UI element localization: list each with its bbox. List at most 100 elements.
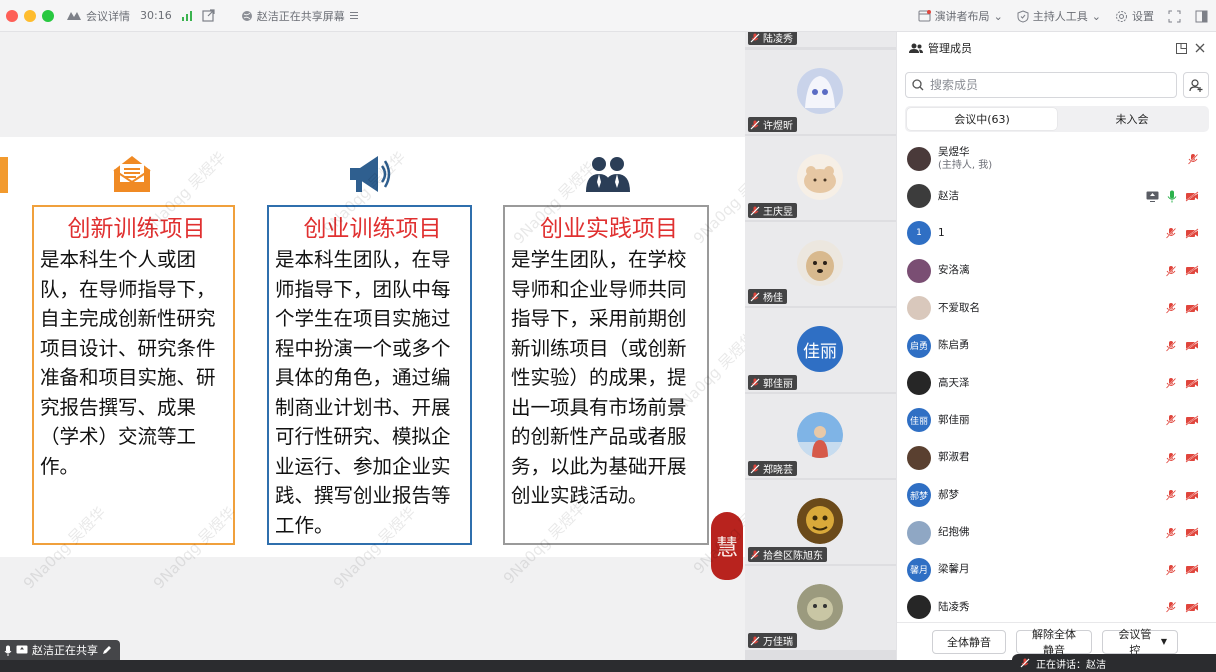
meeting-control-button[interactable]: 会议管控 ▼	[1102, 628, 1178, 657]
presenter-layout-label: 演讲者布局	[934, 10, 990, 23]
speaking-indicator: 正在讲话：赵洁	[1012, 654, 1216, 672]
mic-off-icon[interactable]	[1165, 340, 1177, 352]
video-tile[interactable]: 陆凌秀	[745, 32, 896, 47]
video-tile[interactable]: 许煜昕	[745, 50, 896, 134]
video-off-icon[interactable]	[1185, 564, 1199, 576]
meeting-details-button[interactable]: 会议详情	[66, 8, 130, 24]
member-row[interactable]: 高天泽	[897, 364, 1216, 401]
video-off-icon[interactable]	[1185, 490, 1199, 501]
member-name: 郝梦	[938, 488, 959, 501]
minimize-window-button[interactable]	[24, 9, 36, 22]
participant-avatar	[797, 240, 843, 286]
participant-name: 许煜昕	[763, 121, 793, 132]
mic-off-icon[interactable]	[1165, 452, 1177, 464]
member-name: 高天泽	[938, 376, 970, 389]
video-off-icon[interactable]	[1185, 228, 1199, 239]
share-status-bar[interactable]: 赵洁正在共享	[0, 640, 120, 660]
video-off-icon[interactable]	[1185, 190, 1199, 202]
member-row[interactable]: 吴煜华 (主持人, 我)	[897, 140, 1216, 177]
maximize-window-button[interactable]	[42, 9, 54, 22]
video-off-icon[interactable]	[1185, 377, 1199, 389]
video-off-icon[interactable]	[1185, 415, 1199, 426]
popout-icon[interactable]	[1176, 42, 1187, 54]
video-tile[interactable]: 王庆昱	[745, 136, 896, 220]
mic-off-icon[interactable]	[1165, 227, 1177, 240]
member-status-icons	[1165, 414, 1199, 426]
video-tile-name-tag: 陆凌秀	[748, 32, 797, 45]
member-row[interactable]: 纪抱佛	[897, 514, 1216, 551]
video-off-icon[interactable]	[1185, 452, 1199, 463]
invite-member-button[interactable]	[1183, 72, 1209, 98]
presenter-layout-button[interactable]: 演讲者布局 ⌄	[918, 8, 1003, 24]
mic-off-icon[interactable]	[1165, 414, 1177, 426]
video-tile[interactable]: 杨佳	[745, 222, 896, 306]
mic-off-icon[interactable]	[1165, 377, 1177, 389]
participant-name: 郑晓芸	[763, 465, 793, 476]
mic-on-icon[interactable]	[1167, 190, 1177, 203]
participant-avatar	[797, 68, 843, 114]
mic-off-icon[interactable]	[1165, 489, 1177, 501]
network-signal-icon[interactable]	[181, 10, 192, 21]
seal-logo: 慧	[711, 512, 743, 580]
video-off-icon[interactable]	[1185, 602, 1199, 613]
member-name: 陆凌秀	[938, 600, 970, 613]
panel-title: 管理成员	[928, 42, 972, 55]
chevron-down-icon: ⌄	[1091, 9, 1101, 23]
mic-off-icon[interactable]	[1187, 153, 1199, 165]
member-row[interactable]: 馨月 梁馨月	[897, 551, 1216, 588]
fullscreen-icon[interactable]	[1168, 10, 1181, 23]
video-off-icon[interactable]	[1185, 265, 1199, 276]
mic-icon	[4, 645, 12, 656]
mic-off-icon[interactable]	[1165, 527, 1177, 539]
members-icon	[909, 43, 923, 53]
member-row[interactable]: 郭淑君	[897, 439, 1216, 476]
avatar-initials: 佳丽	[909, 416, 928, 427]
member-row[interactable]: 启勇 陈启勇	[897, 327, 1216, 364]
member-status-icons	[1187, 153, 1199, 165]
member-name-block: 安洛漓	[938, 264, 970, 277]
video-tile[interactable]: 拾叁区陈旭东	[745, 480, 896, 564]
screen-share-icon[interactable]	[1146, 191, 1159, 202]
close-window-button[interactable]	[6, 9, 18, 22]
settings-button[interactable]: 设置	[1115, 8, 1154, 24]
member-row[interactable]: 陆凌秀	[897, 589, 1216, 626]
mic-off-icon[interactable]	[1165, 265, 1177, 277]
member-row[interactable]: 安洛漓	[897, 252, 1216, 289]
share-out-icon[interactable]	[202, 9, 215, 22]
search-input[interactable]	[930, 78, 1150, 92]
member-name: 不爱取名	[938, 301, 980, 314]
mic-off-icon[interactable]	[1165, 564, 1177, 576]
video-strip[interactable]: 陆凌秀 许煜昕 王庆昱 杨佳 佳丽 郭佳丽 郑晓芸 拾叁区陈旭东 万佳瑞	[745, 32, 896, 660]
tab-not-joined[interactable]: 未入会	[1057, 108, 1207, 130]
member-row[interactable]: 佳丽 郭佳丽	[897, 402, 1216, 439]
sidebar-toggle-icon[interactable]	[1195, 10, 1208, 23]
member-row[interactable]: 郝梦 郝梦	[897, 477, 1216, 514]
close-icon[interactable]	[1195, 43, 1205, 53]
unmute-all-button[interactable]: 解除全体静音	[1016, 628, 1092, 657]
mic-off-icon[interactable]	[1165, 601, 1177, 613]
member-row[interactable]: 赵洁	[897, 177, 1216, 214]
search-box[interactable]	[905, 72, 1177, 98]
mute-all-button[interactable]: 全体静音	[932, 629, 1006, 654]
video-tile[interactable]: 郑晓芸	[745, 394, 896, 478]
mic-off-icon[interactable]	[1165, 302, 1177, 314]
sharing-indicator[interactable]: 赵洁正在共享屏幕	[241, 8, 359, 24]
window-controls	[6, 9, 54, 22]
settings-label: 设置	[1132, 10, 1154, 23]
video-off-icon[interactable]	[1185, 303, 1199, 314]
tab-in-meeting[interactable]: 会议中(63)	[907, 108, 1057, 130]
mic-off-icon	[750, 378, 760, 387]
entrepreneurship-practice-card: 创业实践项目 是学生团队，在学校导师和企业导师共同指导下，采用前期创新训练项目（…	[503, 205, 709, 545]
video-off-icon[interactable]	[1185, 527, 1199, 538]
video-off-icon[interactable]	[1185, 340, 1199, 351]
innovation-training-card: 创新训练项目 是本科生个人或团队，在导师指导下，自主完成创新性研究项目设计、研究…	[32, 205, 235, 545]
member-avatar: 郝梦	[907, 483, 931, 508]
member-avatar: 1	[907, 221, 931, 246]
member-avatar	[907, 595, 931, 620]
video-tile[interactable]: 佳丽 郭佳丽	[745, 308, 896, 392]
host-tools-button[interactable]: 主持人工具 ⌄	[1017, 8, 1101, 24]
member-status-icons	[1165, 527, 1199, 539]
video-tile[interactable]: 万佳瑞	[745, 566, 896, 650]
member-row[interactable]: 11	[897, 215, 1216, 252]
member-row[interactable]: 不爱取名	[897, 290, 1216, 327]
